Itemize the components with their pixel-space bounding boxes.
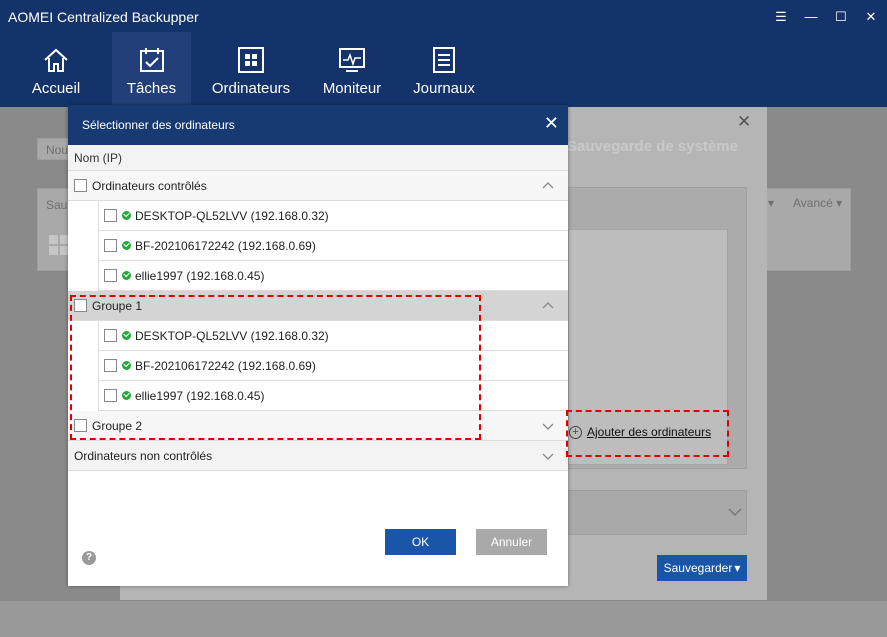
save-button-label: Sauvegarder <box>663 561 733 575</box>
minimize-icon[interactable]: — <box>803 9 819 25</box>
list-item[interactable]: ellie1997 (192.168.0.45) <box>68 381 568 411</box>
window-controls: ☰ — ☐ ✕ <box>773 9 879 25</box>
save-button[interactable]: Sauvegarder ▾ <box>657 555 747 581</box>
monitor-icon <box>339 48 365 72</box>
panel-close-icon[interactable]: ✕ <box>737 112 751 132</box>
nav-item-computers[interactable]: Ordinateurs <box>191 32 311 107</box>
logs-icon <box>433 47 455 73</box>
dialog-title: Sélectionner des ordinateurs <box>82 118 235 132</box>
advanced-option[interactable]: Avancé ▾ <box>793 196 842 210</box>
group-row-uncontrolled[interactable]: Ordinateurs non contrôlés <box>68 441 568 471</box>
computer-checkbox[interactable] <box>104 329 117 342</box>
online-status-icon <box>122 331 131 340</box>
dialog-footer: ? OK Annuler <box>68 529 568 586</box>
help-icon[interactable]: ? <box>82 551 96 565</box>
panel-heading: Sauvegarde de système <box>567 138 738 155</box>
select-computers-dialog: Sélectionner des ordinateurs ✕ Nom (IP) … <box>68 105 568 586</box>
computer-checkbox[interactable] <box>104 359 117 372</box>
online-status-icon <box>122 241 131 250</box>
menu-icon[interactable]: ☰ <box>773 9 789 25</box>
chevron-up-icon[interactable] <box>542 180 554 192</box>
online-status-icon <box>122 211 131 220</box>
computer-checkbox[interactable] <box>104 239 117 252</box>
list-item[interactable]: BF-202106172242 (192.168.0.69) <box>68 351 568 381</box>
computer-checkbox[interactable] <box>104 389 117 402</box>
group-row-controlled[interactable]: Ordinateurs contrôlés <box>68 171 568 201</box>
computer-checkbox[interactable] <box>104 269 117 282</box>
plus-circle-icon: + <box>569 425 582 439</box>
nav-label: Ordinateurs <box>211 80 291 97</box>
chevron-down-icon[interactable] <box>542 420 554 432</box>
advanced-dropdown[interactable]: ▾ <box>768 196 774 210</box>
app-title: AOMEI Centralized Backupper <box>8 9 199 25</box>
computers-icon <box>238 47 264 73</box>
group-row-groupe-1[interactable]: Groupe 1 <box>68 291 568 321</box>
dialog-close-icon[interactable]: ✕ <box>544 114 559 132</box>
cancel-button[interactable]: Annuler <box>476 529 547 555</box>
nav-label: Tâches <box>126 80 177 97</box>
status-bar <box>0 600 887 637</box>
add-computers-link[interactable]: + Ajouter des ordinateurs <box>569 425 711 439</box>
chevron-down-icon <box>728 508 742 517</box>
online-status-icon <box>122 271 131 280</box>
nav-item-home[interactable]: Accueil <box>0 32 112 107</box>
group-checkbox[interactable] <box>74 179 87 192</box>
destination-select[interactable] <box>567 490 747 535</box>
online-status-icon <box>122 361 131 370</box>
chevron-up-icon[interactable] <box>542 300 554 312</box>
nav-item-logs[interactable]: Journaux <box>393 32 495 107</box>
column-header: Nom (IP) <box>68 145 568 171</box>
group-checkbox[interactable] <box>74 419 87 432</box>
computer-checkbox[interactable] <box>104 209 117 222</box>
nav-item-monitor[interactable]: Moniteur <box>311 32 393 107</box>
chevron-down-icon[interactable] <box>542 450 554 462</box>
title-bar: AOMEI Centralized Backupper ☰ — ☐ ✕ Accu… <box>0 0 887 107</box>
list-item[interactable]: ellie1997 (192.168.0.45) <box>68 261 568 291</box>
main-nav: Accueil Tâches Ordinateurs Moniteur Jour… <box>0 32 495 107</box>
list-item[interactable]: DESKTOP-QL52LVV (192.168.0.32) <box>68 321 568 351</box>
add-computers-label: Ajouter des ordinateurs <box>587 425 712 439</box>
nav-label: Journaux <box>413 80 475 97</box>
nav-label: Accueil <box>31 80 81 97</box>
tab-label: Sau <box>46 198 68 212</box>
close-icon[interactable]: ✕ <box>863 9 879 25</box>
group-row-groupe-2[interactable]: Groupe 2 <box>68 411 568 441</box>
nav-item-tasks[interactable]: Tâches <box>112 32 191 107</box>
online-status-icon <box>122 391 131 400</box>
caret-down-icon: ▾ <box>734 561 741 575</box>
dialog-title-bar: Sélectionner des ordinateurs ✕ <box>68 105 568 145</box>
computer-list: Nom (IP) Ordinateurs contrôlés DESKTOP-Q… <box>68 145 568 471</box>
maximize-icon[interactable]: ☐ <box>833 9 849 25</box>
tasks-icon <box>139 48 164 72</box>
ok-button[interactable]: OK <box>385 529 456 555</box>
home-icon <box>44 48 68 72</box>
list-item[interactable]: DESKTOP-QL52LVV (192.168.0.32) <box>68 201 568 231</box>
group-checkbox[interactable] <box>74 299 87 312</box>
list-item[interactable]: BF-202106172242 (192.168.0.69) <box>68 231 568 261</box>
windows-icon <box>49 235 69 255</box>
nav-label: Moniteur <box>322 80 382 97</box>
